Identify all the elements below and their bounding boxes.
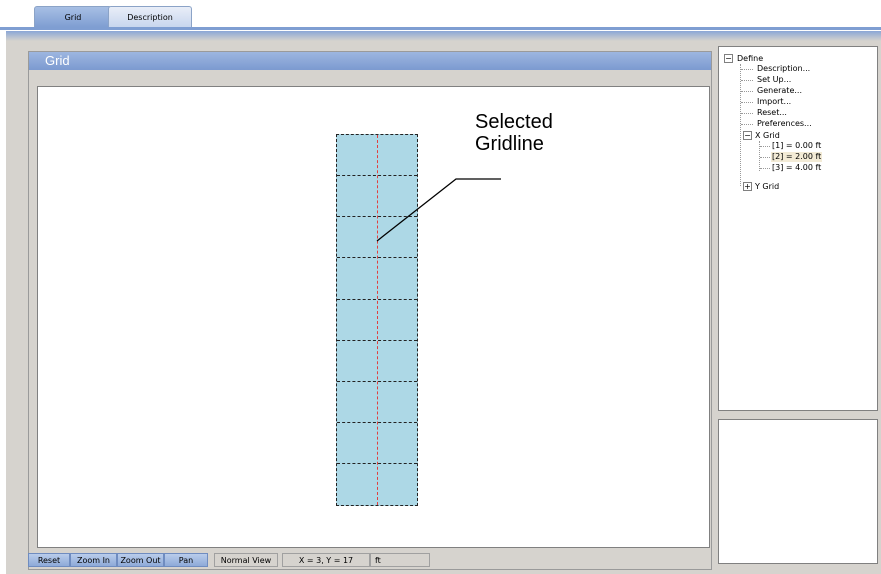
properties-panel [718,419,878,564]
tree-item-y-grid[interactable]: Y Grid [755,182,779,192]
annotation-line-2: Gridline [475,133,544,155]
tree-connector [741,69,753,70]
annotation-label: Selected Gridline [475,111,553,155]
tab-underline [0,27,881,30]
x-gridline-item[interactable]: [3] = 4.00 ft [772,163,821,173]
x-gridline-item-selected[interactable]: [2] = 2.00 ft [771,152,823,162]
annotation-leader-line [376,178,501,242]
tree-item-reset[interactable]: Reset... [757,108,787,118]
tree-connector [740,64,741,186]
tree-connector [741,80,753,81]
grid-canvas[interactable]: Selected Gridline [37,86,710,548]
tree-connector [760,157,770,158]
view-mode-field: Normal View [214,553,278,567]
tree-connector [741,91,753,92]
pan-button[interactable]: Pan [164,553,208,567]
annotation-line-1: Selected [475,111,553,133]
tree-item-set-up[interactable]: Set Up... [757,75,791,85]
tree-item-generate[interactable]: Generate... [757,86,802,96]
tree-item-import[interactable]: Import... [757,97,791,107]
status-bar: Reset Zoom In Zoom Out Pan Normal View X… [28,553,712,568]
tree-item-description[interactable]: Description... [757,64,810,74]
zoom-out-button[interactable]: Zoom Out [117,553,164,567]
coordinates-readout: X = 3, Y = 17 [282,553,370,567]
collapse-icon[interactable]: − [743,131,752,140]
collapse-icon[interactable]: − [724,54,733,63]
tree-connector [741,113,753,114]
tab-grid[interactable]: Grid [34,6,112,27]
tree-connector [760,168,770,169]
zoom-in-button[interactable]: Zoom In [70,553,117,567]
tree-connector [741,124,753,125]
panel-title: Grid [29,52,711,70]
tree-item-preferences[interactable]: Preferences... [757,119,812,129]
grid-panel: Grid Selected Gridline [28,51,712,570]
tab-bar: Grid Description [0,0,881,30]
x-gridline-item[interactable]: [1] = 0.00 ft [772,141,821,151]
tree-root-define[interactable]: Define [737,54,763,64]
reset-button[interactable]: Reset [28,553,70,567]
tab-description[interactable]: Description [108,6,192,27]
tree-item-x-grid[interactable]: X Grid [755,131,780,141]
define-tree[interactable]: − Define Description... Set Up... Genera… [718,46,878,411]
tree-connector [760,146,770,147]
expand-icon[interactable]: + [743,182,752,191]
units-field: ft [370,553,430,567]
tree-connector [741,102,753,103]
frame-header-strip [6,31,881,41]
